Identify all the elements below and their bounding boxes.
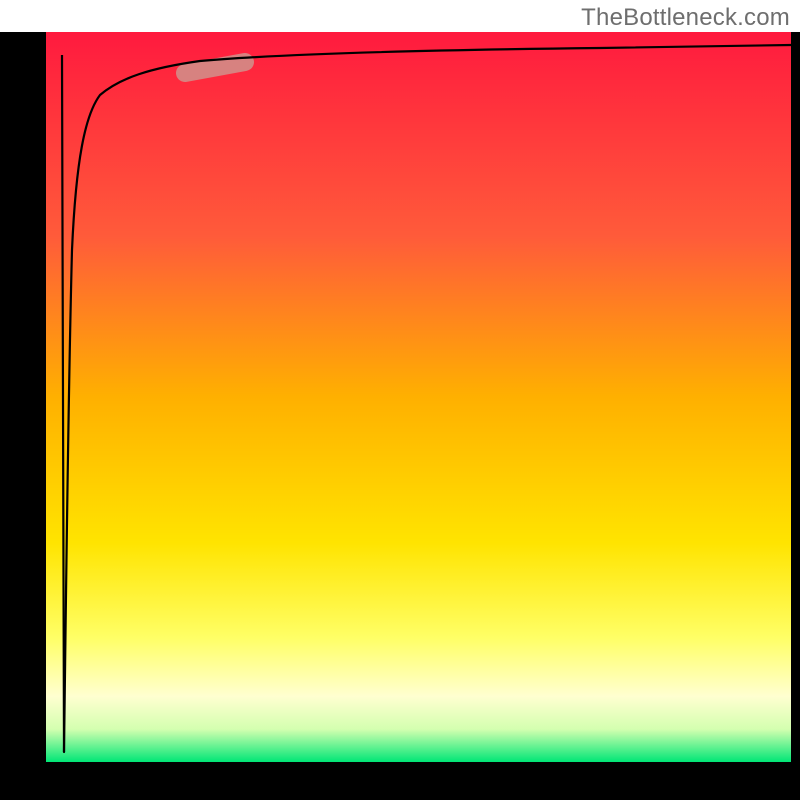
frame-bottom [0, 762, 800, 800]
frame-right [791, 32, 800, 792]
frame-left [0, 32, 46, 792]
bottleneck-chart [0, 0, 800, 800]
chart-stage: TheBottleneck.com [0, 0, 800, 800]
plot-gradient-area [46, 32, 791, 762]
highlight-segment [185, 62, 245, 73]
